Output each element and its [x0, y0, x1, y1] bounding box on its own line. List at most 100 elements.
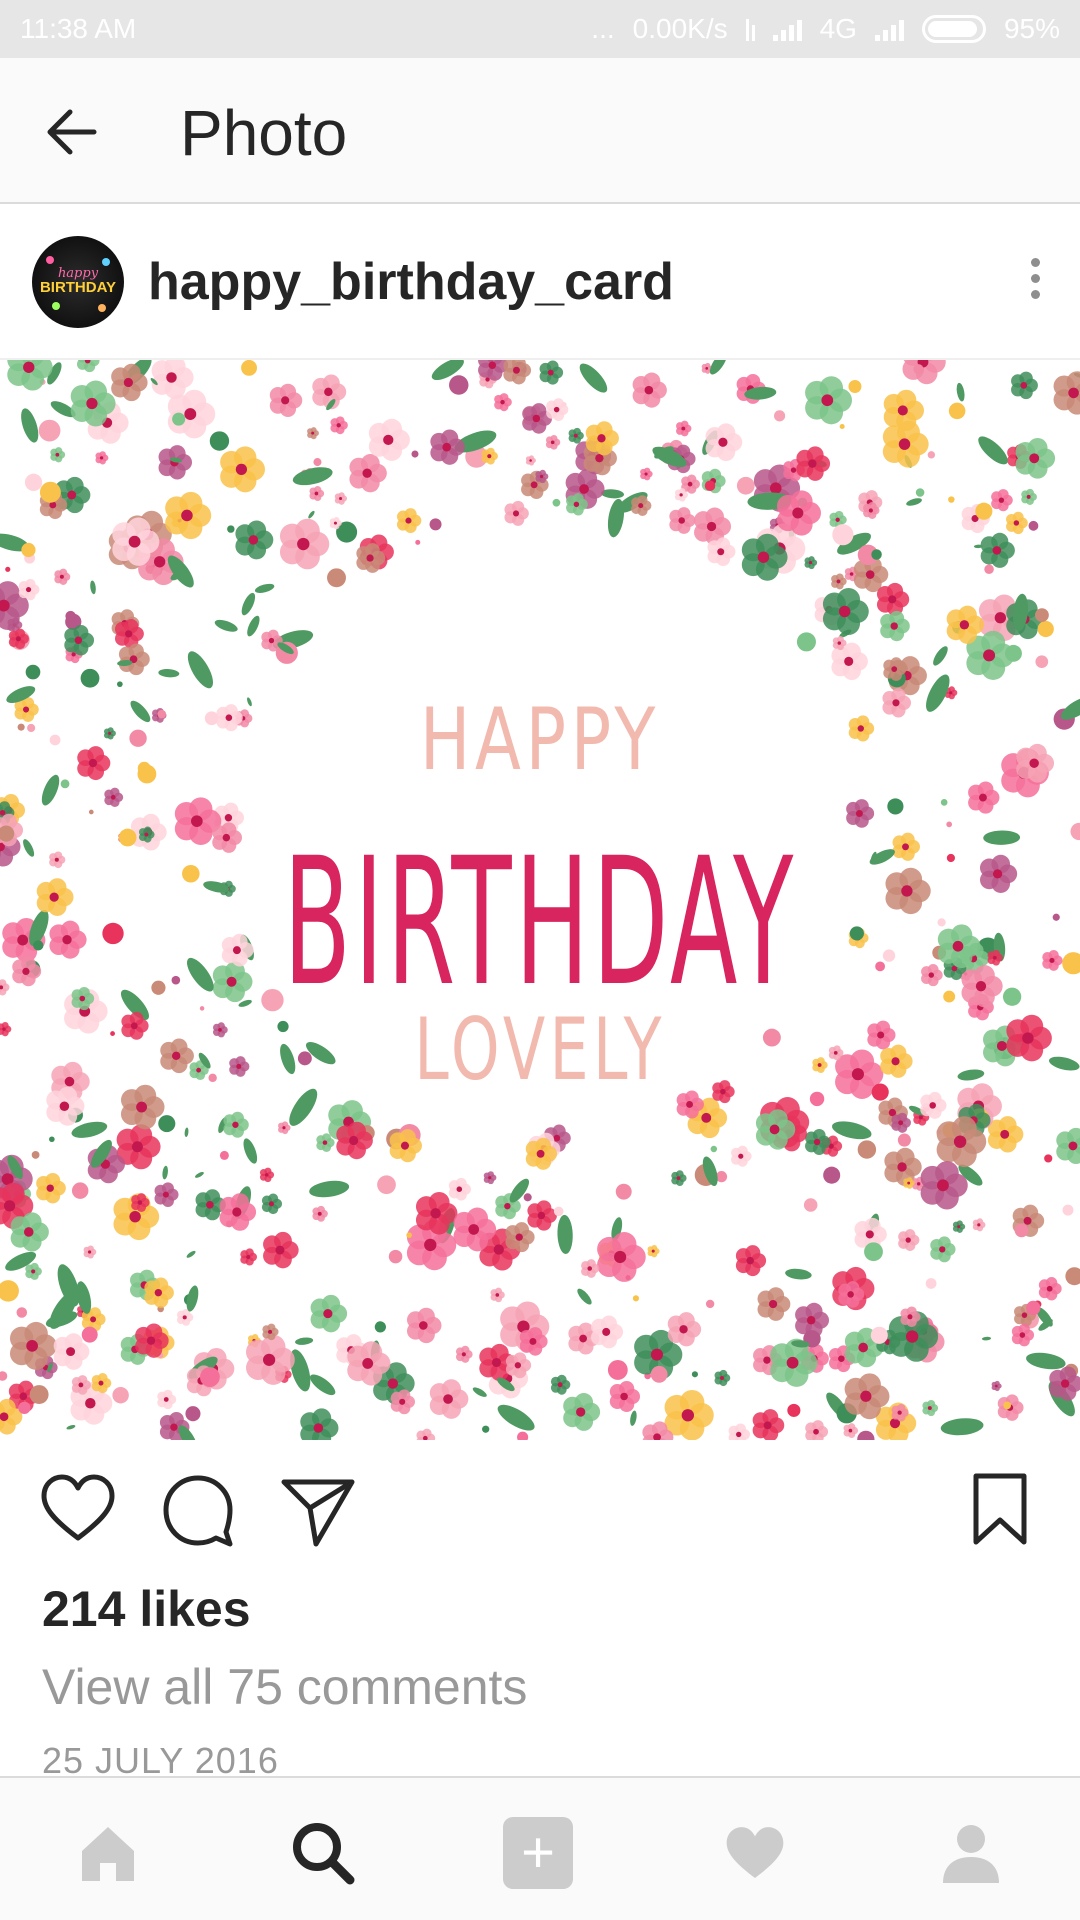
flower [279, 518, 330, 570]
flower [1065, 1267, 1080, 1286]
nav-add[interactable]: + [503, 1817, 573, 1889]
flower [948, 496, 955, 503]
flower [334, 492, 348, 505]
bookmark-icon[interactable] [962, 1472, 1038, 1548]
flower [112, 1387, 129, 1404]
flower [1056, 1127, 1080, 1165]
flower [563, 1393, 601, 1431]
flower [785, 1268, 812, 1280]
flower [158, 445, 193, 480]
flower [504, 500, 529, 526]
flower [406, 1232, 412, 1238]
flower [979, 854, 1018, 893]
flower [609, 1380, 641, 1412]
battery-icon [921, 15, 986, 43]
post-username[interactable]: happy_birthday_card [148, 252, 674, 312]
flower [671, 1170, 687, 1186]
heart-icon[interactable] [40, 1472, 116, 1548]
app-bar: Photo [0, 58, 1080, 204]
flower [162, 1165, 168, 1180]
flower [5, 566, 11, 572]
heart-nav-icon [726, 1827, 784, 1878]
flower [805, 1420, 829, 1440]
flower [839, 423, 845, 430]
page-title: Photo [180, 97, 348, 169]
flower [803, 1198, 818, 1212]
nav-search[interactable] [288, 1818, 358, 1888]
data-arrows-icon [745, 17, 755, 41]
flower [0, 979, 10, 996]
flower [882, 949, 896, 962]
flower [308, 510, 315, 519]
bottom-nav: + [0, 1776, 1080, 1920]
flower [243, 1138, 258, 1164]
flower [956, 382, 965, 402]
flower [728, 1423, 750, 1440]
flower [880, 610, 910, 642]
flower [545, 434, 561, 450]
view-comments-link[interactable]: View all 75 comments [42, 1658, 527, 1716]
flower [17, 723, 25, 731]
flower [731, 1145, 752, 1167]
flower [158, 669, 180, 678]
flower [930, 1236, 956, 1263]
card-text-lovely: LOVELY [414, 1000, 666, 1100]
flower [396, 508, 422, 534]
flower [223, 1111, 249, 1138]
flower [591, 1315, 624, 1349]
flower [90, 580, 96, 595]
flower [676, 420, 692, 437]
flower [937, 918, 946, 927]
share-icon[interactable] [280, 1472, 356, 1548]
flower [41, 774, 60, 806]
flower [182, 864, 200, 883]
nav-profile[interactable] [936, 1818, 1006, 1888]
comment-icon[interactable] [160, 1472, 236, 1548]
flower [12, 956, 42, 987]
flower [187, 651, 214, 689]
post-image[interactable]: HAPPY BIRTHDAY LOVELY [0, 360, 1080, 1440]
signal-icon-2 [874, 17, 904, 41]
flower [49, 851, 66, 869]
flower [876, 582, 910, 616]
flower [857, 1140, 877, 1159]
avatar[interactable]: happy BIRTHDAY [32, 236, 124, 328]
flower [295, 1337, 314, 1345]
flower [630, 1410, 637, 1426]
flower [667, 1312, 702, 1347]
flower [327, 568, 346, 588]
flower [25, 1262, 42, 1280]
flower [38, 419, 61, 442]
flower [172, 412, 186, 426]
flower [832, 524, 854, 546]
more-options-icon[interactable] [1026, 258, 1044, 306]
flower [157, 1389, 177, 1410]
nav-activity[interactable] [720, 1818, 790, 1888]
flower [307, 427, 319, 440]
flower [7, 360, 53, 391]
flower [846, 799, 875, 828]
flower [701, 468, 726, 494]
flower [902, 360, 946, 385]
flower [981, 1336, 992, 1341]
flower [254, 583, 275, 593]
flower [482, 1425, 490, 1433]
flower [88, 809, 94, 815]
flower [411, 450, 419, 458]
flower [983, 830, 1021, 845]
back-arrow-icon[interactable] [44, 104, 100, 160]
flower [429, 1379, 469, 1419]
flower [804, 556, 818, 570]
flower [309, 1374, 336, 1396]
flower [523, 1193, 532, 1202]
flower [278, 1121, 291, 1135]
flower [49, 920, 87, 959]
flower [368, 418, 410, 461]
flower [158, 1115, 176, 1133]
flower [349, 453, 387, 493]
nav-home[interactable] [73, 1818, 143, 1888]
network-type: 4G [819, 13, 857, 44]
flower [240, 1248, 258, 1266]
likes-count[interactable]: 214 likes [42, 1580, 251, 1638]
avatar-text-birthday: BIRTHDAY [39, 279, 117, 297]
